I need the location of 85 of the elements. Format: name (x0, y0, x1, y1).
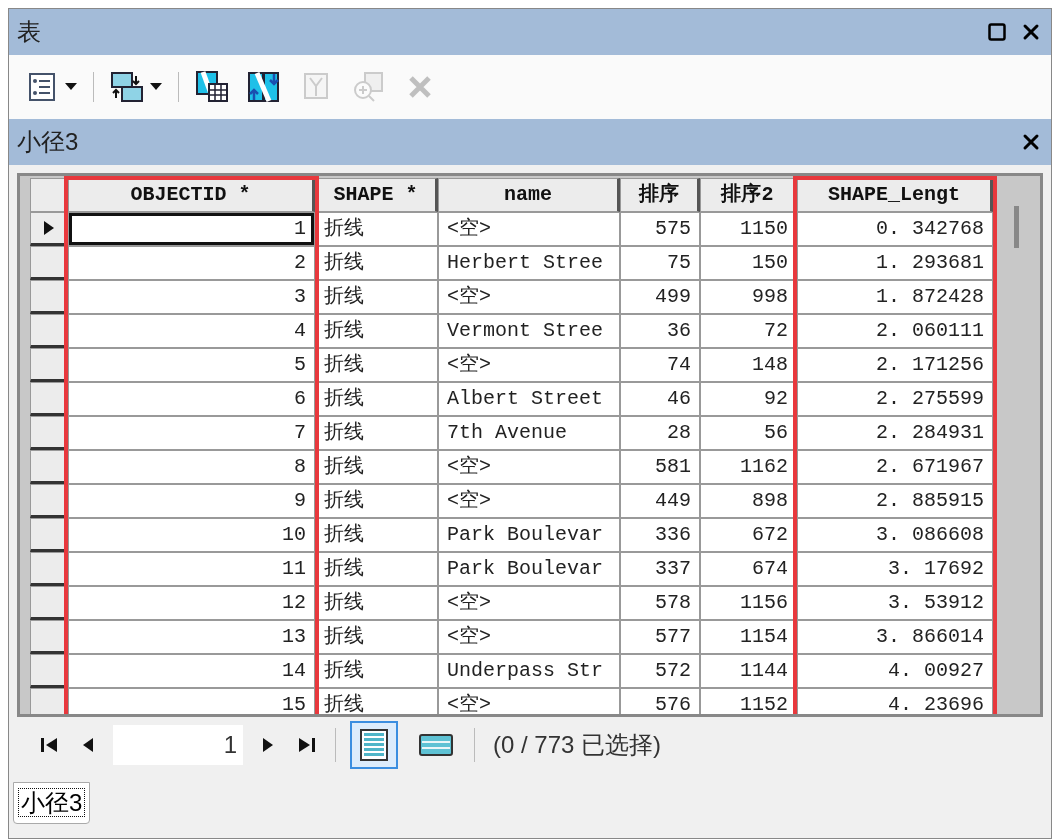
table-cell: 13 (68, 620, 315, 654)
linked-tables-icon (110, 70, 144, 104)
table-cell: <空> (438, 484, 620, 518)
table-cell: 2. 171256 (797, 348, 993, 382)
table-cell: Park Boulevar (438, 518, 620, 552)
record-field[interactable]: 1 (113, 725, 243, 765)
table-cell: 1. 872428 (797, 280, 993, 314)
table-cell: 449 (620, 484, 700, 518)
table-cell: <空> (438, 348, 620, 382)
column-header[interactable]: OBJECTID * (68, 178, 315, 212)
table-title: 小径3 (17, 127, 79, 157)
caret-icon (150, 83, 162, 91)
table-tab[interactable]: 小径3 (13, 782, 91, 824)
table-cell: <空> (438, 212, 620, 246)
table-cell: 2. 671967 (797, 450, 993, 484)
next-icon (263, 738, 273, 752)
table-cell: <空> (438, 620, 620, 654)
table-cell: 2. 060111 (797, 314, 993, 348)
table-select-icon (195, 70, 229, 104)
caret-icon (65, 83, 77, 91)
table-cell: 3 (68, 280, 315, 314)
table-cell: 1 (68, 212, 315, 246)
selection-status: (0 / 773 已选择) (493, 730, 662, 760)
table-cell: 2 (68, 246, 315, 280)
table-cell: Albert Street (438, 382, 620, 416)
table-cell: 36 (620, 314, 700, 348)
table-cell: 7 (68, 416, 315, 450)
window-title: 表 (17, 17, 41, 47)
table-cell: 5 (68, 348, 315, 382)
table-cell: 337 (620, 552, 700, 586)
table-cell: 4. 23696 (797, 688, 993, 714)
table-cell: 9 (68, 484, 315, 518)
table-cell: 28 (620, 416, 700, 450)
table-cell: 2. 275599 (797, 382, 993, 416)
table-cell: 11 (68, 552, 315, 586)
table-cell: Underpass Str (438, 654, 620, 688)
zoom-icon (351, 70, 385, 104)
table-cell: 4. 00927 (797, 654, 993, 688)
table-cell: 3. 086608 (797, 518, 993, 552)
table-cell: 499 (620, 280, 700, 314)
table-cell: Herbert Stree (438, 246, 620, 280)
first-icon (41, 738, 57, 752)
maximize-icon[interactable] (987, 22, 1007, 42)
last-icon (299, 738, 315, 752)
table-cell: 336 (620, 518, 700, 552)
table-cell: 0. 342768 (797, 212, 993, 246)
table-cell: 4 (68, 314, 315, 348)
table-cell: 575 (620, 212, 700, 246)
column-header[interactable]: 排序 (620, 178, 700, 212)
table-rows-icon (419, 734, 453, 756)
table-cell: 3. 866014 (797, 620, 993, 654)
view-toggle[interactable] (350, 721, 398, 769)
scrollbar-thumb[interactable] (1014, 206, 1019, 248)
table-cell: 14 (68, 654, 315, 688)
table-cell: 75 (620, 246, 700, 280)
table-cell: 1. 293681 (797, 246, 993, 280)
table-cell: 3. 17692 (797, 552, 993, 586)
table-cell: Park Boulevar (438, 552, 620, 586)
table-cell: <空> (438, 688, 620, 714)
table-cell: 15 (68, 688, 315, 714)
table-cell: 2. 284931 (797, 416, 993, 450)
column-header[interactable]: name (438, 178, 620, 212)
current-row-icon (44, 221, 54, 235)
table-cell: 3. 53912 (797, 586, 993, 620)
table-cell: 578 (620, 586, 700, 620)
table-cell: 7th Avenue (438, 416, 620, 450)
table-rows-icon (360, 729, 388, 761)
previous-icon (83, 738, 93, 752)
table-cell: Vermont Stree (438, 314, 620, 348)
table-cell: <空> (438, 586, 620, 620)
table-cell: 6 (68, 382, 315, 416)
table-cell: 581 (620, 450, 700, 484)
table-cell: 576 (620, 688, 700, 714)
table-cell: 572 (620, 654, 700, 688)
table-cell: <空> (438, 280, 620, 314)
column-header[interactable]: SHAPE_Lengt (797, 178, 993, 212)
table-cell: 8 (68, 450, 315, 484)
table-cell: 2. 885915 (797, 484, 993, 518)
table-cell: <空> (438, 450, 620, 484)
table-cell: 577 (620, 620, 700, 654)
swap-icon (247, 70, 281, 104)
table-cell: 10 (68, 518, 315, 552)
table-cell: 46 (620, 382, 700, 416)
table-cell: 74 (620, 348, 700, 382)
table-cell: 12 (68, 586, 315, 620)
